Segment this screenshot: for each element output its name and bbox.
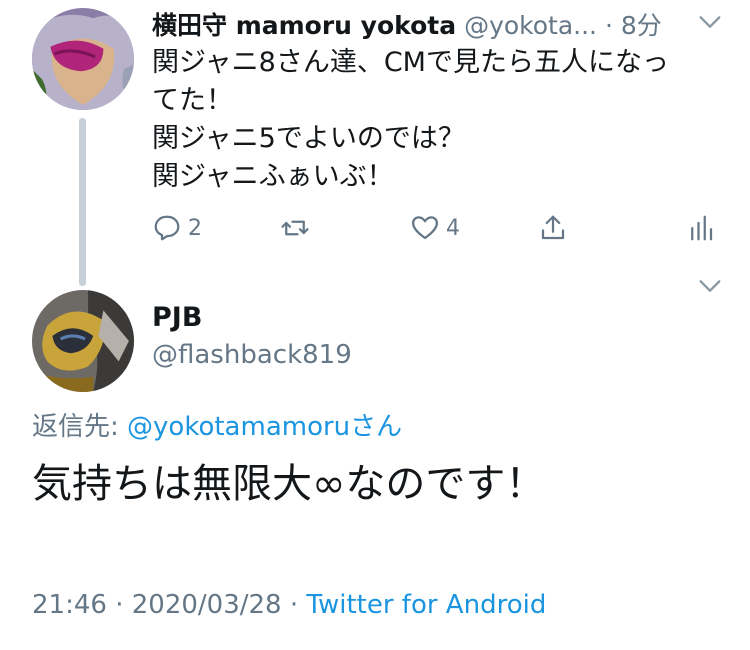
- tweet-line: 関ジャニふぁいぶ！: [152, 161, 394, 192]
- tweet-line: 関ジャニ8さん達、CMで見たら五人になっ: [152, 47, 669, 78]
- meta-separator: ·: [281, 590, 307, 620]
- tweet-source-link[interactable]: Twitter for Android: [306, 590, 546, 620]
- parent-author-avatar[interactable]: [32, 8, 134, 110]
- replying-mention-link[interactable]: @yokotamamoru: [127, 412, 350, 442]
- parent-tweet-header: 横田守 mamoru yokota @yokota... · 8分: [152, 8, 662, 44]
- parent-author-name[interactable]: 横田守 mamoru yokota: [152, 11, 456, 40]
- meta-separator: ·: [106, 590, 132, 620]
- replying-prefix: 返信先:: [32, 412, 128, 442]
- analytics-button[interactable]: [686, 210, 716, 246]
- chevron-down-icon[interactable]: [696, 272, 724, 300]
- like-button[interactable]: 4: [410, 210, 460, 246]
- parent-author-handle[interactable]: @yokota...: [464, 11, 597, 40]
- retweet-button[interactable]: [280, 210, 316, 246]
- parent-tweet-time[interactable]: · 8分: [605, 11, 662, 40]
- tweet-date: 2020/03/28: [131, 590, 282, 620]
- like-icon: [412, 216, 438, 240]
- tweet-line: 関ジャニ5でよいのでは？: [152, 123, 465, 154]
- analytics-icon: [691, 215, 713, 241]
- retweet-icon: [281, 220, 309, 236]
- share-button[interactable]: [538, 210, 568, 246]
- parent-tweet-text: 関ジャニ8さん達、CMで見たら五人になっ てた！ 関ジャニ5でよいのでは？ 関ジ…: [152, 44, 712, 196]
- reply-author-name[interactable]: PJB: [152, 302, 202, 333]
- reply-count: 2: [188, 215, 202, 241]
- reply-icon: [154, 215, 180, 241]
- replying-suffix: さん: [350, 412, 403, 442]
- avatar-image: [32, 8, 134, 110]
- tweet-line: てた！: [152, 85, 233, 116]
- avatar-image: [32, 290, 134, 392]
- thread-connector-line: [79, 118, 86, 286]
- reply-button[interactable]: 2: [152, 210, 202, 246]
- share-icon: [541, 215, 565, 240]
- like-count: 4: [446, 215, 460, 241]
- reply-tweet-text: 気持ちは無限大∞なのです！: [32, 461, 546, 507]
- reply-author-handle[interactable]: @flashback819: [152, 340, 352, 370]
- tweet-metadata: 21:46 · 2020/03/28 · Twitter for Android: [32, 590, 546, 620]
- replying-to: 返信先: @yokotamamoruさん: [32, 406, 402, 443]
- chevron-down-icon[interactable]: [696, 8, 724, 36]
- reply-author-avatar[interactable]: [32, 290, 134, 392]
- tweet-time: 21:46: [32, 590, 107, 620]
